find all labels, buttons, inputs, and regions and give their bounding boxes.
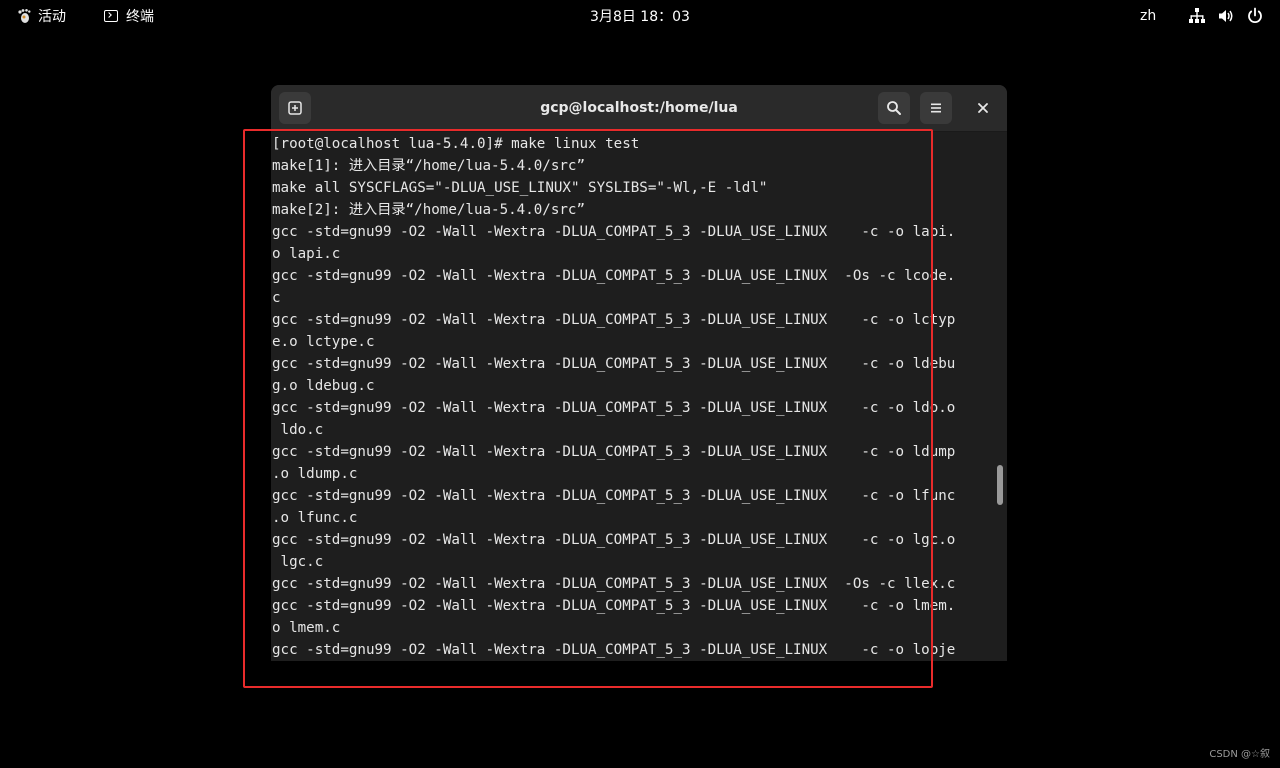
menu-button[interactable]	[920, 92, 952, 124]
terminal-line: gcc -std=gnu99 -O2 -Wall -Wextra -DLUA_C…	[272, 444, 956, 460]
terminal-line: gcc -std=gnu99 -O2 -Wall -Wextra -DLUA_C…	[272, 576, 956, 592]
terminal-line: gcc -std=gnu99 -O2 -Wall -Wextra -DLUA_C…	[272, 532, 956, 548]
terminal-line: o lapi.c	[272, 246, 341, 262]
terminal-line: .o ldump.c	[272, 466, 358, 482]
terminal-line: g.o ldebug.c	[272, 378, 375, 394]
terminal-window[interactable]: gcp@localhost:/home/lua [root@localhost …	[271, 85, 1007, 661]
terminal-line: make all SYSCFLAGS="-DLUA_USE_LINUX" SYS…	[272, 180, 768, 196]
terminal-icon	[104, 10, 118, 22]
terminal-line: make[1]: 进入目录“/home/lua-5.4.0/src”	[272, 158, 585, 174]
close-icon	[978, 103, 988, 113]
new-tab-button[interactable]	[279, 92, 311, 124]
scrollbar[interactable]	[993, 132, 1007, 661]
volume-icon	[1219, 10, 1233, 22]
terminal-line: .o lfunc.c	[272, 510, 358, 526]
gnome-foot-icon	[18, 9, 31, 23]
power-icon	[1248, 7, 1262, 23]
input-method-label: zh	[1140, 8, 1157, 24]
terminal-line: gcc -std=gnu99 -O2 -Wall -Wextra -DLUA_C…	[272, 224, 956, 240]
activities-button[interactable]: 活动	[16, 0, 66, 32]
terminal-line: gcc -std=gnu99 -O2 -Wall -Wextra -DLUA_C…	[272, 642, 956, 658]
terminal-line: ldo.c	[272, 422, 324, 438]
window-title: gcp@localhost:/home/lua	[540, 100, 738, 116]
terminal-line: gcc -std=gnu99 -O2 -Wall -Wextra -DLUA_C…	[272, 400, 956, 416]
terminal-line: e.o lctype.c	[272, 334, 375, 350]
search-button[interactable]	[878, 92, 910, 124]
close-window-button[interactable]	[968, 92, 998, 124]
terminal-line: o lmem.c	[272, 620, 341, 636]
terminal-line: lgc.c	[272, 554, 324, 570]
app-menu-button[interactable]: 终端	[104, 0, 154, 32]
search-icon	[887, 101, 901, 115]
terminal-output[interactable]: [root@localhost lua-5.4.0]# make linux t…	[272, 133, 992, 661]
input-method-button[interactable]: zh	[1140, 0, 1156, 32]
top-bar: 活动 终端 3月8日 18：03 zh	[0, 0, 1280, 32]
clock-button[interactable]: 3月8日 18：03	[560, 0, 720, 32]
app-menu-label: 终端	[126, 9, 154, 25]
activities-label: 活动	[38, 9, 66, 25]
system-menu-button[interactable]	[1188, 0, 1275, 32]
terminal-line: gcc -std=gnu99 -O2 -Wall -Wextra -DLUA_C…	[272, 312, 956, 328]
terminal-line: gcc -std=gnu99 -O2 -Wall -Wextra -DLUA_C…	[272, 598, 956, 614]
terminal-line: [root@localhost lua-5.4.0]# make linux t…	[272, 136, 640, 152]
terminal-line: gcc -std=gnu99 -O2 -Wall -Wextra -DLUA_C…	[272, 356, 956, 372]
network-icon	[1189, 8, 1205, 23]
terminal-line: make[2]: 进入目录“/home/lua-5.4.0/src”	[272, 202, 585, 218]
terminal-line: gcc -std=gnu99 -O2 -Wall -Wextra -DLUA_C…	[272, 268, 956, 284]
clock-label: 3月8日 18：03	[590, 9, 690, 25]
watermark: CSDN @☆叙	[1209, 749, 1270, 760]
desktop: 活动 终端 3月8日 18：03 zh gcp@localhost:/home/…	[0, 0, 1280, 768]
window-headerbar[interactable]: gcp@localhost:/home/lua	[271, 85, 1007, 132]
terminal-line: c	[272, 290, 281, 306]
scrollbar-thumb[interactable]	[997, 465, 1003, 505]
hamburger-menu-icon	[931, 103, 941, 113]
new-tab-icon	[288, 101, 302, 115]
terminal-line: gcc -std=gnu99 -O2 -Wall -Wextra -DLUA_C…	[272, 488, 956, 504]
